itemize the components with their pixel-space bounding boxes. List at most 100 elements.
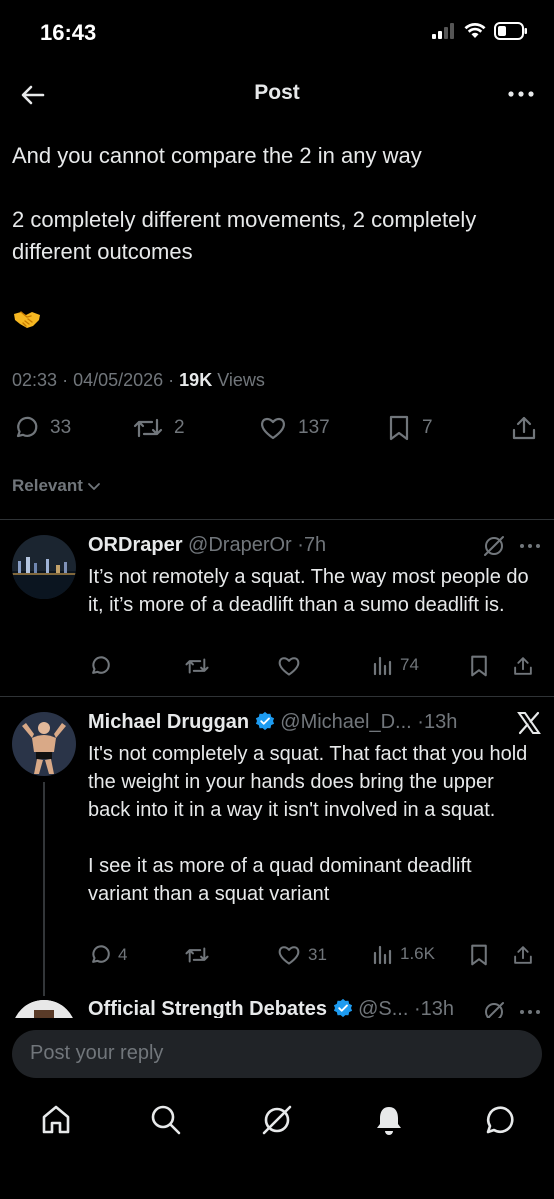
avatar[interactable]: [12, 712, 76, 776]
search-icon: [151, 1105, 181, 1135]
reply-icon: [92, 656, 110, 674]
sort-dropdown[interactable]: Relevant: [12, 476, 101, 496]
bookmark-button[interactable]: [468, 654, 490, 678]
reply-more-button[interactable]: [518, 1002, 542, 1018]
post-text: And you cannot compare the 2 in any way …: [12, 140, 540, 268]
post-time: 02:33: [12, 370, 58, 390]
repost-button[interactable]: [184, 654, 216, 678]
bookmark-button[interactable]: 7: [386, 414, 433, 442]
page-title: Post: [254, 81, 300, 104]
repost-button[interactable]: 2: [132, 414, 185, 442]
analytics-icon: [373, 945, 392, 965]
share-icon: [514, 657, 532, 675]
reply-input[interactable]: [28, 1041, 512, 1066]
reply-partial: Official Strength Debates @S... ·13h: [0, 990, 554, 1018]
nav-notifications[interactable]: [371, 1102, 407, 1138]
repost-icon: [133, 418, 163, 438]
heart-icon: [261, 417, 285, 440]
more-options-button[interactable]: [506, 82, 536, 106]
reply-author-name[interactable]: ORDraper: [88, 534, 182, 556]
like-button[interactable]: 31: [276, 943, 327, 967]
thread-line: [43, 782, 45, 996]
separator-dot: ·: [62, 370, 74, 390]
reply-author-handle: @DraperOr: [188, 534, 292, 556]
grok-button[interactable]: [482, 534, 506, 558]
like-button[interactable]: [276, 654, 308, 678]
reply-button[interactable]: 4: [88, 943, 127, 967]
bookmark-button[interactable]: [468, 943, 490, 967]
x-logo-icon: [516, 710, 542, 736]
status-time: 16:43: [40, 20, 97, 45]
like-button[interactable]: 137: [258, 414, 330, 442]
share-icon: [514, 946, 532, 964]
messages-icon: [486, 1106, 514, 1134]
like-count: 31: [308, 945, 327, 964]
avatar[interactable]: [12, 535, 76, 599]
grok-icon: [484, 536, 504, 556]
reply-paragraph: I see it as more of a quad dominant dead…: [88, 855, 472, 905]
repost-icon: [185, 658, 209, 674]
share-icon: [512, 416, 536, 440]
views-button[interactable]: 74: [372, 654, 419, 676]
reply-button[interactable]: [88, 654, 118, 678]
reply-count: 33: [50, 417, 72, 438]
verified-badge-icon: [333, 998, 352, 1018]
reply-author-handle: @S...: [358, 998, 409, 1018]
post-date: 04/05/2026: [73, 370, 164, 390]
reply-header: Michael Druggan @Michael_D... ·13h: [88, 711, 457, 734]
chevron-down-icon: [87, 483, 100, 490]
sort-label: Relevant: [12, 476, 83, 495]
reply-author-handle: @Michael_D...: [280, 711, 412, 733]
repost-button[interactable]: [184, 943, 216, 967]
reply-button[interactable]: 33: [12, 414, 71, 442]
separator-dot: ·: [413, 998, 421, 1018]
status-icons: [432, 22, 528, 40]
cellular-signal-icon: [432, 23, 454, 39]
reply-author-name[interactable]: Official Strength Debates: [88, 998, 327, 1018]
heart-icon: [278, 946, 300, 965]
more-icon: [520, 544, 540, 548]
share-button[interactable]: [512, 943, 534, 967]
paragraph-spacer: [12, 172, 540, 204]
repost-icon: [185, 947, 209, 963]
reply-time: 13h: [420, 998, 454, 1018]
avatar[interactable]: [12, 1000, 76, 1018]
views-button[interactable]: 1.6K: [372, 943, 435, 965]
reply-more-button[interactable]: [518, 536, 542, 556]
divider: [0, 519, 554, 520]
bookmark-icon: [471, 944, 487, 966]
verified-badge-icon: [255, 711, 274, 731]
nav-home[interactable]: [38, 1102, 74, 1138]
separator-dot: ·: [168, 370, 180, 390]
reply-text: It’s not remotely a squat. The way most …: [88, 563, 534, 619]
nav-search[interactable]: [148, 1102, 184, 1138]
share-button[interactable]: [512, 654, 534, 678]
reply-actions: 74: [88, 654, 534, 680]
reply-text: It's not completely a squat. That fact t…: [88, 740, 534, 908]
paragraph-spacer: [88, 824, 534, 852]
separator-dot: ·: [417, 711, 424, 733]
home-icon: [42, 1105, 70, 1134]
reply-author-name[interactable]: Michael Druggan: [88, 711, 249, 733]
reply-time: 7h: [303, 534, 327, 556]
reply-count: 4: [118, 945, 128, 964]
reply-header: ORDraper @DraperOr ·7h: [88, 534, 326, 557]
separator-dot: ·: [297, 534, 304, 556]
repost-count: 2: [174, 417, 185, 438]
share-button[interactable]: [510, 414, 538, 442]
reply-header: Official Strength Debates @S... ·13h: [88, 998, 454, 1018]
heart-icon: [278, 657, 300, 676]
battery-icon: [494, 22, 527, 40]
more-icon: [520, 1010, 540, 1014]
views-label: Views: [217, 370, 265, 390]
reply-composer[interactable]: [12, 1030, 542, 1078]
nav-grok[interactable]: [259, 1102, 295, 1138]
reply-icon: [16, 416, 38, 438]
grok-button[interactable]: [482, 1000, 506, 1018]
wifi-icon: [464, 23, 486, 38]
bookmark-icon: [471, 655, 487, 677]
post-paragraph: 2 completely different movements, 2 comp…: [12, 207, 477, 264]
reply-actions: 4 31 1.6K: [88, 943, 534, 969]
nav-messages[interactable]: [481, 1102, 517, 1138]
bookmark-count: 7: [422, 417, 433, 438]
